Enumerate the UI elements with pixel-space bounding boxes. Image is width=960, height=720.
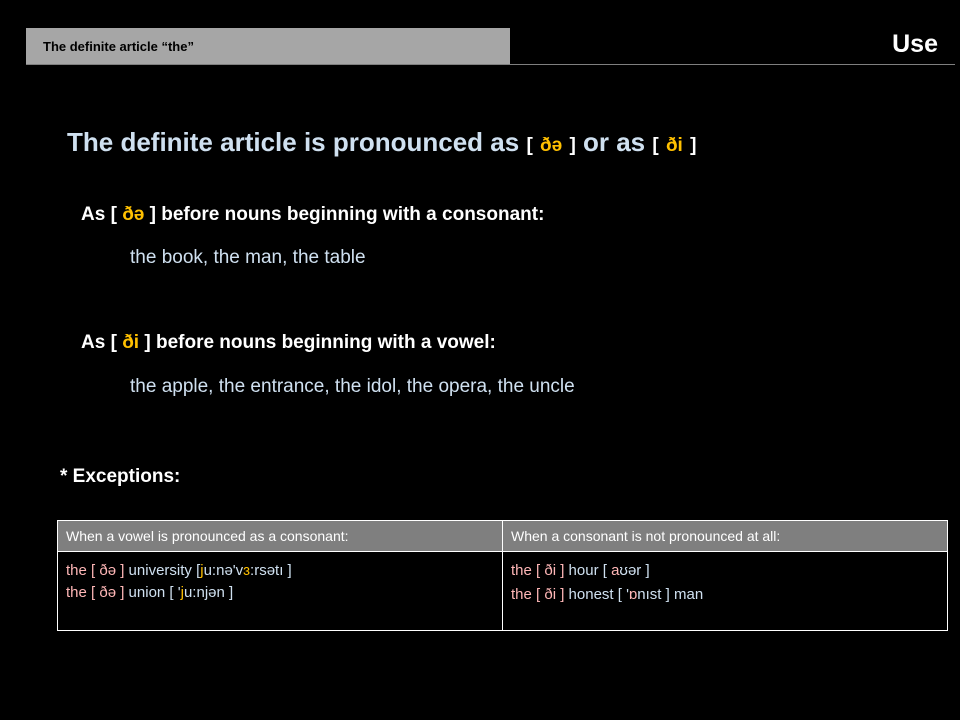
word-hour: hour [ (568, 562, 607, 579)
rule-vowel-examples: the apple, the entrance, the idol, the o… (130, 376, 575, 397)
exceptions-header-row: When a vowel is pronounced as a consonan… (57, 520, 948, 552)
ipa-hour-rest: ʊər ] (619, 562, 650, 579)
rule-consonant-ipa: ðə (122, 204, 145, 225)
word-university: university [ (128, 562, 201, 579)
article-the-1: the [ ðə ] (66, 562, 125, 579)
rule-consonant-examples: the book, the man, the table (130, 247, 366, 268)
rule-consonant: As [ ðə ] before nouns beginning with a … (81, 204, 544, 226)
heading-ipa-1: ðə (540, 135, 563, 156)
example-university: the [ ðə ] university [ju:nə'vɜ:rsətı ] (66, 560, 494, 582)
word-union: union [ ' (128, 584, 181, 601)
rule-consonant-suffix: ] before nouns beginning with a consonan… (149, 204, 545, 225)
word-honest: honest [ ' (568, 586, 629, 603)
exceptions-body-row: the [ ðə ] university [ju:nə'vɜ:rsətı ] … (57, 551, 948, 631)
rule-consonant-prefix: As [ (81, 204, 117, 225)
exceptions-col2-cell: the [ ði ] hour [ aʊər ] the [ ði ] hone… (502, 551, 948, 631)
exceptions-col1-cell: the [ ðə ] university [ju:nə'vɜ:rsətı ] … (57, 551, 503, 631)
exceptions-table: When a vowel is pronounced as a consonan… (57, 520, 948, 631)
rule-vowel-prefix: As [ (81, 332, 117, 353)
header-title: The definite article “the” (43, 39, 194, 54)
heading-bracket-close-1: ] (569, 135, 576, 156)
example-honest: the [ ði ] honest [ 'ɒnıst ] man (511, 584, 939, 606)
rule-vowel-suffix: ] before nouns beginning with a vowel: (144, 332, 496, 353)
exceptions-col2-header: When a consonant is not pronounced at al… (502, 520, 948, 552)
article-the-2: the [ ðə ] (66, 584, 125, 601)
exceptions-col1-header: When a vowel is pronounced as a consonan… (57, 520, 503, 552)
heading-or-as: or as (583, 127, 646, 157)
exceptions-title: * Exceptions: (60, 466, 181, 487)
ipa-university-a: u:nə'v (203, 562, 244, 579)
header-divider (26, 64, 955, 65)
heading-bracket-open-2: [ (652, 135, 659, 156)
heading-ipa-2: ði (665, 135, 683, 156)
article-the-4: the [ ði ] (511, 586, 565, 603)
heading-bracket-close-2: ] (690, 135, 697, 156)
example-union: the [ ðə ] union [ 'ju:njən ] (66, 582, 494, 604)
example-hour: the [ ði ] hour [ aʊər ] (511, 560, 939, 582)
ipa-university-vowel: ɜ (243, 562, 251, 579)
ipa-university-c: :rsətı ] (250, 562, 292, 579)
heading-bracket-open-1: [ (526, 135, 533, 156)
heading-text: The definite article is pronounced as (67, 127, 520, 157)
rule-vowel-ipa: ði (122, 332, 140, 353)
ipa-union: u:njən ] (183, 584, 234, 601)
main-heading: The definite article is pronounced as [ … (67, 127, 696, 158)
section-label: Use (892, 30, 938, 58)
header-bar: The definite article “the” (26, 28, 510, 64)
article-the-3: the [ ði ] (511, 562, 565, 579)
rule-vowel: As [ ði ] before nouns beginning with a … (81, 332, 496, 354)
ipa-honest-rest: nıst ] man (637, 586, 704, 603)
